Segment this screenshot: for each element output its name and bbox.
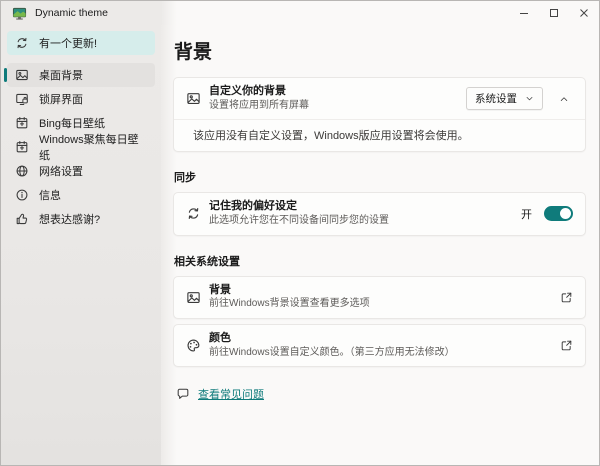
sidebar-item-label: 信息	[39, 190, 61, 202]
sync-toggle[interactable]	[544, 206, 573, 222]
card-title: 背景	[209, 283, 231, 296]
card-subtitle: 前往Windows设置自定义颜色。（第三方应用无法修改）	[209, 346, 455, 358]
calendar-icon	[16, 117, 28, 129]
chevron-up-icon	[560, 97, 568, 101]
sidebar-item-spotlight-wallpaper[interactable]: Windows聚焦每日壁纸	[7, 134, 155, 162]
image-icon	[187, 93, 200, 105]
related-colors-card[interactable]: 颜色 前往Windows设置自定义颜色。（第三方应用无法修改）	[173, 323, 586, 367]
related-background-card[interactable]: 背景 前往Windows背景设置查看更多选项	[173, 275, 586, 319]
title-bar: Dynamic theme	[1, 1, 599, 25]
main-content: 背景 自定义你的背景 设置将应用到所有屏幕 系统设置 该应用没有自定义设置，Wi…	[161, 25, 599, 465]
page-title: 背景	[174, 42, 213, 63]
lockscreen-icon	[16, 93, 28, 105]
customize-background-card: 自定义你的背景 设置将应用到所有屏幕 系统设置 该应用没有自定义设置，Windo…	[173, 77, 586, 153]
toggle-knob	[560, 208, 571, 220]
card-title: 记住我的偏好设定	[209, 200, 297, 213]
section-header-sync: 同步	[174, 172, 196, 185]
sync-preferences-card: 记住我的偏好设定 此选项允许您在不同设备间同步您的设置 开	[173, 192, 586, 236]
expander-note: 该应用没有自定义设置，Windows版应用设置将会使用。	[193, 130, 469, 143]
image-icon	[187, 291, 200, 303]
background-source-dropdown[interactable]: 系统设置	[466, 87, 543, 111]
sidebar-item-label: 网络设置	[39, 166, 83, 178]
image-icon	[16, 69, 28, 81]
sidebar-item-desktop-background[interactable]: 桌面背景	[4, 63, 155, 87]
minimize-button[interactable]	[509, 1, 539, 25]
card-subtitle: 此选项允许您在不同设备间同步您的设置	[209, 215, 389, 226]
calendar-icon	[16, 141, 28, 153]
section-header-related: 相关系统设置	[174, 255, 240, 268]
sidebar-item-update[interactable]: 有一个更新!	[7, 31, 155, 55]
card-title: 颜色	[209, 331, 231, 344]
globe-icon	[16, 165, 28, 177]
sync-icon	[17, 37, 27, 49]
sidebar: 有一个更新! 桌面背景 锁屏界面 Bing每日壁纸 Windows聚焦每日壁纸 …	[1, 25, 161, 465]
sidebar-item-label: 锁屏界面	[39, 94, 83, 106]
sync-icon	[188, 208, 199, 220]
sidebar-item-label: 想表达感谢?	[39, 214, 101, 226]
sidebar-item-label: 桌面背景	[39, 70, 83, 82]
faq-link[interactable]: 查看常见问题	[198, 386, 264, 402]
chat-bubble-icon	[177, 388, 189, 399]
sidebar-item-label: 有一个更新!	[39, 38, 98, 50]
sidebar-item-info[interactable]: 信息	[7, 183, 155, 207]
sidebar-item-label: Bing每日壁纸	[39, 118, 106, 130]
app-window: Dynamic theme 有一个更新! 桌面背景 锁屏界面 Bing每日壁纸 …	[0, 0, 600, 466]
thumbsup-icon	[16, 213, 28, 225]
faq-row: 查看常见问题	[176, 386, 586, 402]
window-title: Dynamic theme	[35, 7, 108, 19]
close-button[interactable]	[569, 1, 599, 25]
dropdown-value: 系统设置	[475, 93, 517, 106]
sidebar-item-network-settings[interactable]: 网络设置	[7, 159, 155, 183]
card-subtitle: 前往Windows背景设置查看更多选项	[209, 298, 370, 310]
open-external-icon[interactable]	[560, 291, 573, 304]
sidebar-item-lock-screen[interactable]: 锁屏界面	[7, 87, 155, 111]
open-external-icon[interactable]	[560, 339, 573, 352]
app-logo-icon	[12, 7, 27, 20]
sidebar-item-thanks[interactable]: 想表达感谢?	[7, 207, 155, 231]
maximize-button[interactable]	[539, 1, 569, 25]
card-title: 自定义你的背景	[209, 85, 286, 97]
chevron-down-icon	[526, 97, 533, 101]
palette-icon	[187, 339, 200, 352]
info-icon	[16, 189, 28, 201]
card-subtitle: 设置将应用到所有屏幕	[209, 99, 309, 111]
expander-collapse-button[interactable]	[555, 90, 573, 108]
toggle-state-label: 开	[521, 208, 532, 221]
